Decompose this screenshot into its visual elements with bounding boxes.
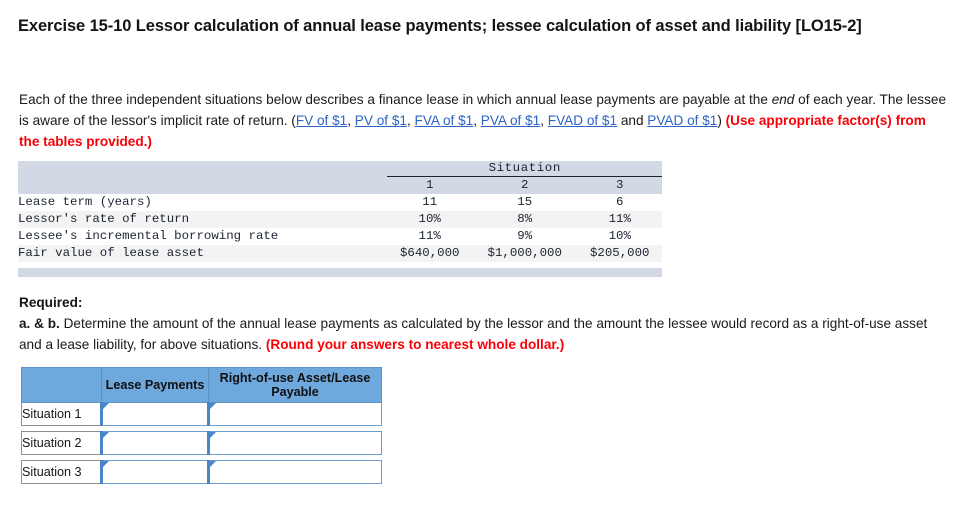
row-label-fair-value: Fair value of lease asset: [18, 246, 204, 260]
cell-lease-term-s3: 6: [616, 195, 624, 209]
cell-flag-icon: [103, 432, 109, 438]
cell-flag-icon: [210, 403, 216, 409]
cell-flag-icon: [210, 432, 216, 438]
cell-lessor-rate-s2: 8%: [517, 212, 533, 226]
cell-flag-icon: [103, 403, 109, 409]
situation-data-table: Situation 1 2 3 Lease term (years) 11 15…: [18, 161, 662, 277]
situation-group-header: Situation: [387, 161, 662, 177]
answer-header-right-of-use: Right-of-use Asset/Lease Payable: [208, 367, 382, 403]
cell-lessor-rate-s1: 10%: [418, 212, 441, 226]
cell-fair-value-s1: $640,000: [399, 246, 460, 260]
link-fv-of-1[interactable]: FV of $1: [296, 113, 347, 128]
table-row: Lessee's incremental borrowing rate 11% …: [18, 228, 662, 245]
answer-row-label-situation-2: Situation 2: [21, 431, 102, 455]
cell-lease-term-s2: 15: [517, 195, 533, 209]
cell-lessee-rate-s3: 10%: [608, 229, 631, 243]
table-footer-band: [18, 268, 662, 277]
required-ab-label: a. & b.: [19, 316, 60, 331]
link-pvad-of-1[interactable]: PVAD of $1: [647, 113, 717, 128]
answer-row-label-situation-3: Situation 3: [21, 460, 102, 484]
answer-row-label-situation-1: Situation 1: [21, 402, 102, 426]
link-pv-of-1[interactable]: PV of $1: [355, 113, 407, 128]
colhdr-situation-1: 1: [387, 176, 472, 194]
input-lease-payments-situation-2[interactable]: [100, 431, 209, 455]
cell-lessee-rate-s2: 9%: [517, 229, 533, 243]
sep-4: ,: [540, 113, 548, 128]
colhdr-blank: [18, 176, 388, 194]
table-row: Lease term (years) 11 15 6: [18, 194, 662, 211]
header-corner-cell: [18, 161, 388, 177]
intro-paragraph: Each of the three independent situations…: [19, 89, 947, 152]
row-label-lessor-rate: Lessor's rate of return: [18, 212, 190, 226]
cell-fair-value-s2: $1,000,000: [487, 246, 562, 260]
input-right-of-use-situation-1[interactable]: [207, 402, 382, 426]
intro-italic-end: end: [771, 92, 795, 107]
cell-fair-value-s3: $205,000: [590, 246, 650, 260]
required-body: a. & b. Determine the amount of the annu…: [19, 313, 947, 355]
cell-flag-icon: [103, 461, 109, 467]
cell-flag-icon: [210, 461, 216, 467]
answer-header-corner: [21, 367, 102, 403]
table-row: Situation 3: [21, 460, 382, 484]
link-fva-of-1[interactable]: FVA of $1: [415, 113, 474, 128]
intro-text-part1: Each of the three independent situations…: [19, 92, 772, 107]
cell-lease-term-s1: 11: [422, 195, 438, 209]
table-row: Situation 1: [21, 402, 382, 426]
required-heading: Required:: [19, 295, 83, 310]
sep-and: and: [617, 113, 648, 128]
round-answers-note: (Round your answers to nearest whole dol…: [265, 337, 565, 352]
input-lease-payments-situation-1[interactable]: [100, 402, 209, 426]
sep-1: ,: [347, 113, 355, 128]
cell-lessee-rate-s1: 11%: [418, 229, 441, 243]
table-row: Situation 2: [21, 431, 382, 455]
answer-header-row: Lease Payments Right-of-use Asset/Lease …: [21, 367, 382, 403]
link-fvad-of-1[interactable]: FVAD of $1: [548, 113, 617, 128]
input-lease-payments-situation-3[interactable]: [100, 460, 209, 484]
sep-2: ,: [406, 113, 415, 128]
input-right-of-use-situation-3[interactable]: [207, 460, 382, 484]
cell-lessor-rate-s3: 11%: [608, 212, 631, 226]
required-block: Required: a. & b. Determine the amount o…: [19, 292, 947, 355]
row-label-lessee-borrowing-rate: Lessee's incremental borrowing rate: [18, 229, 279, 243]
link-pva-of-1[interactable]: PVA of $1: [481, 113, 540, 128]
answer-header-lease-payments: Lease Payments: [101, 367, 209, 403]
sep-3: ,: [473, 113, 481, 128]
colhdr-situation-2: 2: [471, 176, 578, 194]
page-title: Exercise 15-10 Lessor calculation of ann…: [18, 17, 862, 35]
input-right-of-use-situation-2[interactable]: [207, 431, 382, 455]
colhdr-situation-3: 3: [577, 176, 662, 194]
row-label-lease-term: Lease term (years): [18, 195, 152, 209]
table-row: Fair value of lease asset $640,000 $1,00…: [18, 245, 662, 262]
answer-entry-table: Lease Payments Right-of-use Asset/Lease …: [21, 367, 382, 484]
table-row: Lessor's rate of return 10% 8% 11%: [18, 211, 662, 228]
table-header-group-row: Situation: [18, 161, 662, 177]
table-column-header-row: 1 2 3: [18, 176, 662, 194]
